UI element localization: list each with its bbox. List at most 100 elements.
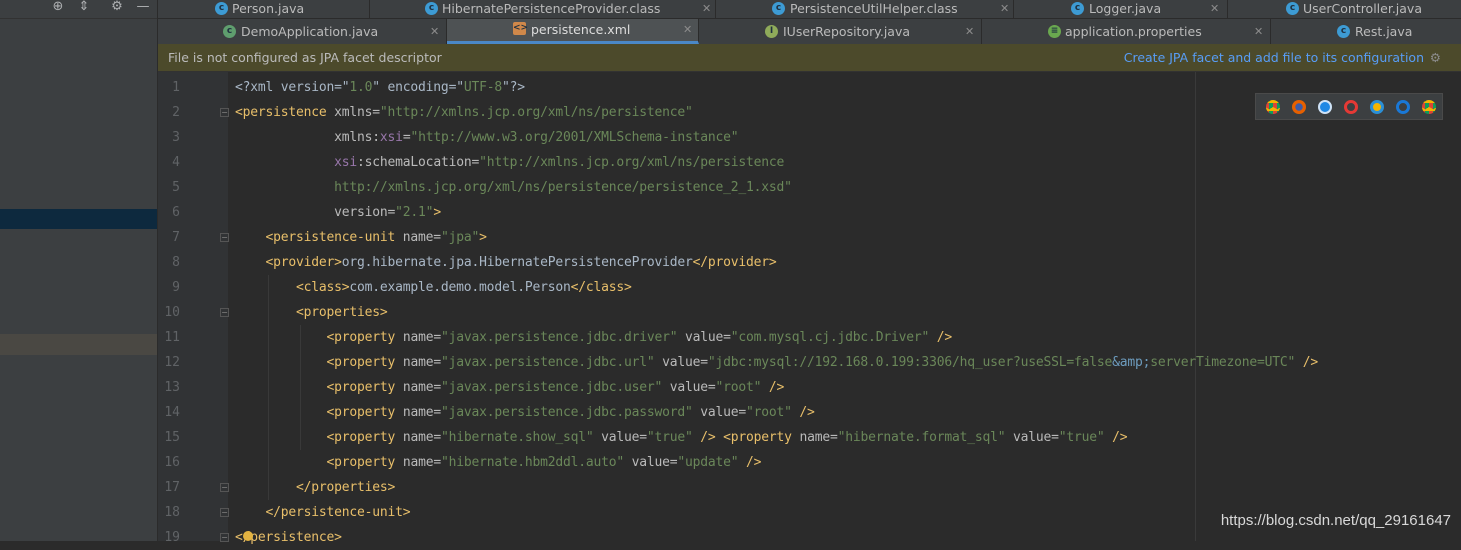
tab-demo-application[interactable]: c DemoApplication.java ✕	[158, 19, 447, 44]
firefox-icon[interactable]	[1292, 100, 1306, 114]
code-token: <property	[326, 380, 403, 395]
opera-icon[interactable]	[1344, 100, 1358, 114]
tab-label: HibernatePersistenceProvider.class	[442, 1, 661, 16]
code-line[interactable]: </persistence-unit>	[235, 500, 411, 525]
code-token: value=	[692, 405, 747, 420]
tab-label: persistence.xml	[531, 22, 631, 37]
tab-rest-java[interactable]: c Rest.java	[1271, 19, 1461, 44]
tab-hibernate-persistence-provider[interactable]: c HibernatePersistenceProvider.class ✕	[370, 0, 716, 18]
fold-start-icon[interactable]: −	[220, 108, 229, 117]
code-line[interactable]: <property name="javax.persistence.jdbc.u…	[235, 350, 1319, 375]
project-panel[interactable]: ⊕ ⇕ ⚙ —	[0, 0, 157, 541]
code-line[interactable]: <class>com.example.demo.model.Person</cl…	[235, 275, 632, 300]
settings-gear-icon[interactable]: ⚙	[109, 0, 125, 16]
line-number: 4	[172, 155, 180, 170]
code-token: <property	[326, 430, 403, 445]
code-token: <property	[326, 355, 403, 370]
collapse-all-icon[interactable]: ⇕	[76, 0, 92, 16]
fold-end-icon[interactable]: −	[220, 508, 229, 517]
code-token: "true"	[646, 430, 693, 445]
code-token: name=	[402, 430, 441, 445]
code-line[interactable]: <persistence xmlns="http://xmlns.jcp.org…	[235, 100, 693, 125]
code-token: http://xmlns.jcp.org/xml/ns/persistence/…	[334, 180, 792, 195]
code-token: xmlns=	[334, 105, 380, 120]
fold-end-icon[interactable]: −	[220, 483, 229, 492]
tab-persistence-util-helper[interactable]: c PersistenceUtilHelper.class ✕	[716, 0, 1014, 18]
line-number: 11	[164, 330, 180, 345]
close-icon[interactable]: ✕	[1000, 0, 1009, 17]
code-token: name=	[402, 355, 441, 370]
code-line[interactable]: <properties>	[235, 300, 388, 325]
ie-icon[interactable]	[1370, 100, 1384, 114]
close-icon[interactable]: ✕	[1210, 0, 1219, 17]
code-line[interactable]: xmlns:xsi="http://www.w3.org/2001/XMLSch…	[235, 125, 738, 150]
tab-logger-java[interactable]: c Logger.java ✕	[1014, 0, 1228, 18]
code-token: "root"	[746, 405, 792, 420]
project-toolbar: ⊕ ⇕ ⚙ —	[0, 0, 157, 19]
fold-start-icon[interactable]: −	[220, 308, 229, 317]
interface-icon: I	[765, 24, 778, 38]
banner-settings-icon[interactable]: ⚙	[1430, 44, 1441, 71]
spring-boot-class-icon: c	[223, 24, 236, 38]
code-line[interactable]: http://xmlns.jcp.org/xml/ns/persistence/…	[235, 175, 792, 200]
code-line[interactable]: <?xml version="1.0" encoding="UTF-8"?>	[235, 75, 525, 100]
java-class-icon: c	[1337, 24, 1350, 38]
code-token: "?>	[501, 80, 525, 95]
code-token: />	[761, 380, 785, 395]
code-line[interactable]: <property name="javax.persistence.jdbc.u…	[235, 375, 785, 400]
code-line[interactable]: <property name="javax.persistence.jdbc.d…	[235, 325, 953, 350]
code-token: value=	[624, 455, 678, 470]
code-line[interactable]: <provider>org.hibernate.jpa.HibernatePer…	[235, 250, 777, 275]
code-token: "hibernate.hbm2ddl.auto"	[440, 455, 624, 470]
locate-icon[interactable]: ⊕	[50, 0, 66, 16]
safari-icon[interactable]	[1318, 100, 1332, 114]
chrome-icon[interactable]	[1266, 100, 1280, 114]
project-tree-highlighted-item[interactable]	[0, 334, 157, 355]
code-line[interactable]: <property name="hibernate.hbm2ddl.auto" …	[235, 450, 762, 475]
project-tree-selected-item[interactable]	[0, 209, 157, 229]
tab-application-properties[interactable]: ≡ application.properties ✕	[982, 19, 1271, 44]
hide-panel-icon[interactable]: —	[135, 0, 151, 16]
code-token: :schemaLocation=	[357, 155, 480, 170]
code-token: " encoding="	[372, 80, 464, 95]
create-jpa-facet-link[interactable]: Create JPA facet and add file to its con…	[1124, 44, 1424, 71]
code-line[interactable]: <property name="hibernate.show_sql" valu…	[235, 425, 1128, 450]
code-token: "root"	[715, 380, 762, 395]
code-line[interactable]: xsi:schemaLocation="http://xmlns.jcp.org…	[235, 150, 784, 175]
code-token: />	[1104, 430, 1128, 445]
line-number: 10	[164, 305, 180, 320]
java-class-icon: c	[1071, 2, 1084, 15]
close-icon[interactable]: ✕	[683, 19, 692, 41]
tab-user-controller[interactable]: c UserController.java	[1228, 0, 1461, 18]
code-token: value=	[662, 380, 716, 395]
code-token: org.hibernate.jpa.HibernatePersistencePr…	[341, 255, 693, 270]
tab-iuser-repository[interactable]: I IUserRepository.java ✕	[699, 19, 982, 44]
intention-bulb-icon[interactable]	[243, 531, 253, 541]
tab-label: PersistenceUtilHelper.class	[790, 1, 958, 16]
code-token: "javax.persistence.jdbc.password"	[440, 405, 693, 420]
code-token: <class>	[296, 280, 350, 295]
tab-persistence-xml[interactable]: <> persistence.xml ✕	[447, 19, 699, 44]
close-icon[interactable]: ✕	[965, 19, 974, 44]
close-icon[interactable]: ✕	[702, 0, 711, 17]
fold-start-icon[interactable]: −	[220, 233, 229, 242]
close-icon[interactable]: ✕	[430, 19, 439, 44]
edge-icon[interactable]	[1396, 100, 1410, 114]
chrome-icon[interactable]	[1422, 100, 1436, 114]
code-line[interactable]: version="2.1">	[235, 200, 441, 225]
close-icon[interactable]: ✕	[1254, 19, 1263, 44]
code-line[interactable]: <persistence-unit name="jpa">	[235, 225, 487, 250]
line-number: 18	[164, 505, 180, 520]
code-token: "update"	[677, 455, 739, 470]
tab-person-java[interactable]: c Person.java	[158, 0, 370, 18]
code-line[interactable]: </properties>	[235, 475, 395, 500]
code-line[interactable]: <property name="javax.persistence.jdbc.p…	[235, 400, 815, 425]
line-number: 16	[164, 455, 180, 470]
code-token: "javax.persistence.jdbc.url"	[440, 355, 655, 370]
code-token: "http://xmlns.jcp.org/xml/ns/persistence…	[379, 105, 693, 120]
